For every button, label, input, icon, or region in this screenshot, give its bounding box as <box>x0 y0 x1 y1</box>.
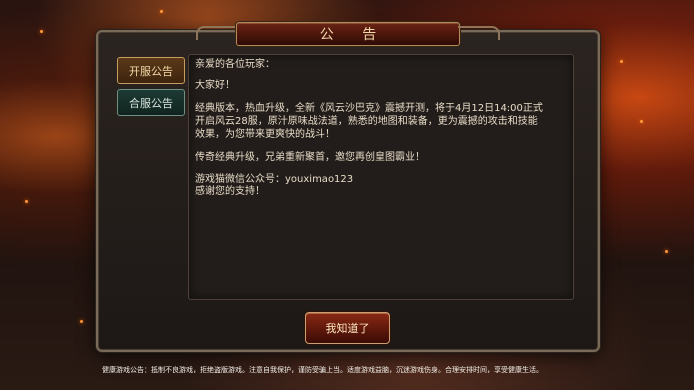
thanks-text: 感谢您的支持！ <box>195 186 265 197</box>
ember-decoration <box>40 30 43 33</box>
dialog-title: 公 告 <box>319 27 389 43</box>
ember-decoration <box>25 200 28 203</box>
ember-decoration <box>620 60 623 63</box>
paragraph-1-line-1: 经典版本，热血升级，全新《风云沙巴克》震撼开测，将于4月12日14:00正式 <box>195 103 543 114</box>
greeting-text: 亲爱的各位玩家： <box>195 59 275 70</box>
ember-decoration <box>80 320 83 323</box>
dialog-title-plate: 公 告 <box>236 22 460 46</box>
paragraph-1-line-2: 开启风云28服，原汁原味战法道，熟悉的地图和装备，更为震撼的攻击和技能 <box>195 116 538 127</box>
wechat-account-text: 游戏猫微信公众号：youximao123 <box>195 174 354 185</box>
ember-decoration <box>160 10 163 13</box>
title-ornament-left <box>196 26 238 40</box>
title-ornament-right <box>458 26 500 40</box>
paragraph-1-line-3: 效果，为您带来更爽快的战斗！ <box>195 129 335 140</box>
announcement-content-panel: 亲爱的各位玩家： 大家好！ 经典版本，热血升级，全新《风云沙巴克》震撼开测，将于… <box>188 54 574 300</box>
health-notice: 健康游戏公告：抵制不良游戏，拒绝盗版游戏。注意自我保护，谨防受骗上当。适度游戏益… <box>102 366 543 374</box>
tab-server-open-announcement[interactable]: 开服公告 <box>117 57 185 84</box>
confirm-button[interactable]: 我知道了 <box>305 312 390 344</box>
ember-decoration <box>640 120 643 123</box>
tab-server-merge-announcement[interactable]: 合服公告 <box>117 89 185 116</box>
paragraph-2: 传奇经典升级，兄弟重新聚首，邀您再创皇图霸业！ <box>195 152 425 163</box>
ember-decoration <box>665 250 668 253</box>
hello-text: 大家好！ <box>195 80 235 91</box>
